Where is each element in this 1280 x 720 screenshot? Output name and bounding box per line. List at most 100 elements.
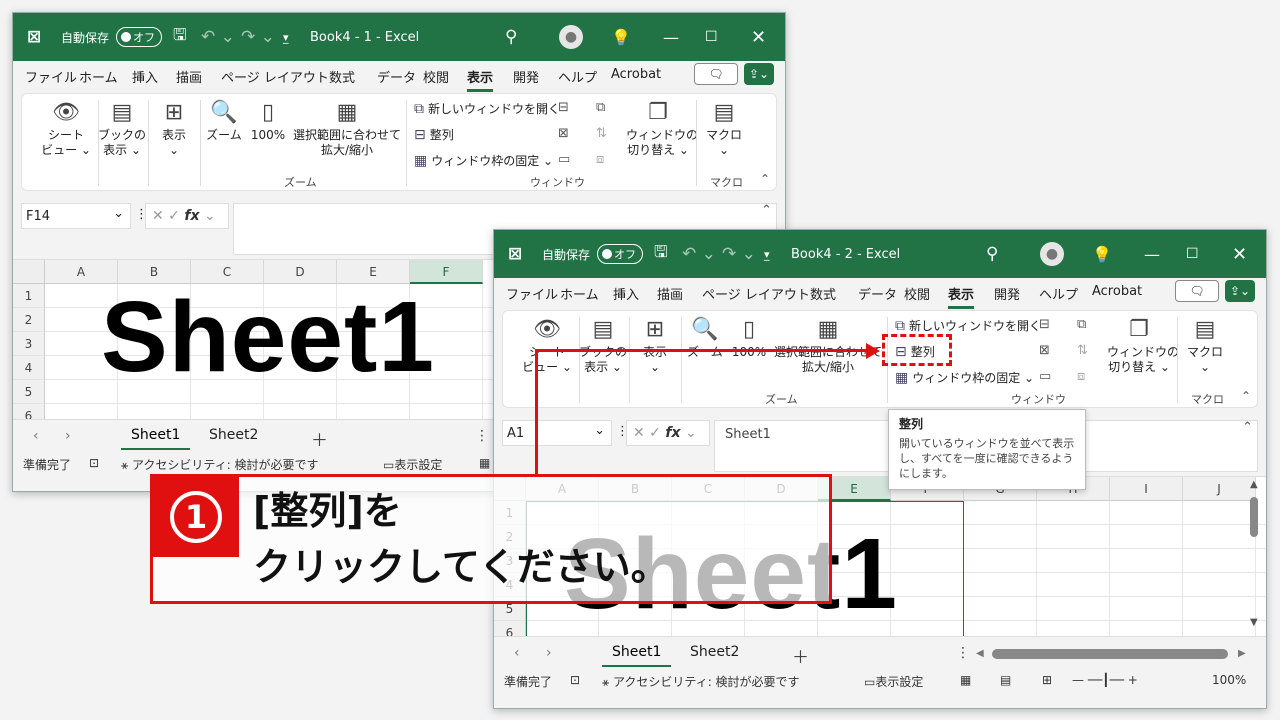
collapse-ribbon-icon[interactable]: ⌃ [1241,389,1251,403]
page-layout-icon[interactable]: ▤ [1000,673,1011,687]
search-icon[interactable]: ⚲ [986,230,998,278]
freeze-panes-button[interactable]: ▦ ウィンドウ枠の固定 ⌄ [895,369,1034,386]
name-box[interactable]: F14 [21,203,131,229]
menu-tab[interactable]: 描画 [176,67,202,86]
sheet-view-button[interactable]: 👁 シート ビュー ⌄ [36,100,96,158]
zoom-button[interactable]: 🔍 ズーム [204,100,244,143]
menu-tab[interactable]: 校閲 [904,284,930,303]
prev-sheet-icon[interactable]: ‹ [33,428,39,444]
add-sheet-icon[interactable]: ＋ [311,426,328,451]
redo-icon[interactable]: ↷ ⌄ [241,13,275,61]
collapse-ribbon-icon[interactable]: ⌃ [760,172,770,186]
accessibility-status[interactable]: ⚹ アクセシビリティ: 検討が必要です [121,456,319,473]
minimize-button[interactable]: — [1144,230,1160,278]
menu-tab[interactable]: ヘルプ [558,67,597,86]
menu-tab[interactable]: 開発 [994,284,1020,303]
share-button[interactable]: ⇪⌄ [1225,280,1255,302]
zoom-level[interactable]: 100% [1212,673,1246,687]
book-view-button[interactable]: ▤ ブックの 表示 ⌄ [579,317,627,375]
sheet-tab-1[interactable]: Sheet1 [602,641,672,667]
unhide-icon[interactable]: ▭ [1039,369,1051,384]
add-sheet-icon[interactable]: ＋ [792,643,809,668]
macro-button[interactable]: ▤ マクロ ⌄ [1183,317,1227,375]
scroll-left-icon[interactable]: ◀ [976,648,984,659]
lightbulb-icon[interactable]: 💡 [611,13,631,61]
menu-tab[interactable]: 数式 [329,67,355,86]
select-all-corner[interactable] [13,260,45,284]
macro-record-icon[interactable]: ⊡ [89,456,99,470]
next-sheet-icon[interactable]: › [65,428,71,444]
zoom-slider[interactable]: — ──┃── + [1072,673,1138,687]
side-by-side-icon[interactable]: ⧉ [1077,317,1086,332]
page-break-icon[interactable]: ⊞ [1042,673,1052,687]
avatar[interactable]: ● [559,25,583,49]
undo-icon[interactable]: ↶ ⌄ [201,13,235,61]
scroll-up-icon[interactable]: ▲ [1250,479,1258,490]
redo-icon[interactable]: ↷ ⌄ [722,230,756,278]
close-button[interactable]: ✕ [751,13,766,61]
menu-tab[interactable]: ページ レイアウト [702,284,810,303]
menu-tab[interactable]: ホーム [79,67,118,86]
sheet-tab-2[interactable]: Sheet2 [199,424,268,450]
sync-scroll-icon[interactable]: ⇅ [1077,343,1088,358]
menu-tab[interactable]: Acrobat [611,67,661,82]
book-view-button[interactable]: ▤ ブックの 表示 ⌄ [98,100,146,158]
comment-button[interactable]: 🗨 [694,63,738,85]
menu-tab[interactable]: ファイル [25,67,77,86]
save-icon[interactable]: 🖫 [654,230,668,278]
row-header[interactable]: 1 [13,284,45,308]
menu-tab[interactable]: 表示 [948,284,975,309]
avatar[interactable]: ● [1040,242,1064,266]
menu-tab[interactable]: Acrobat [1092,284,1142,299]
zoom-100-button[interactable]: ▯ 100% [729,317,769,360]
menu-tab[interactable]: ページ レイアウト [221,67,329,86]
column-header[interactable]: I [1110,477,1183,501]
column-header[interactable]: J [1183,477,1256,501]
normal-view-icon[interactable]: ▦ [960,673,971,687]
quick-access-menu-icon[interactable]: ▾̲ [283,13,289,61]
menu-tab[interactable]: ファイル [506,284,558,303]
unhide-icon[interactable]: ▭ [558,152,570,167]
save-icon[interactable]: 🖫 [173,13,187,61]
freeze-panes-button[interactable]: ▦ ウィンドウ枠の固定 ⌄ [414,152,553,169]
maximize-button[interactable]: ☐ [1186,230,1199,278]
row-header[interactable]: 3 [13,332,45,356]
reset-position-icon[interactable]: ⧈ [596,152,604,167]
menu-tab[interactable]: 挿入 [132,67,158,86]
display-settings[interactable]: ▭表示設定 [383,456,442,473]
name-box[interactable]: A1 [502,420,612,446]
side-by-side-icon[interactable]: ⧉ [596,100,605,115]
arrange-button[interactable]: ⊟ 整列 [414,126,454,143]
tab-options-icon[interactable]: ⋮ [956,645,970,661]
row-header[interactable]: 5 [13,380,45,404]
row-header[interactable]: 4 [13,356,45,380]
hide-icon[interactable]: ⊠ [1039,343,1050,358]
prev-sheet-icon[interactable]: ‹ [514,645,520,661]
close-button[interactable]: ✕ [1232,230,1247,278]
menu-tab[interactable]: 数式 [810,284,836,303]
lightbulb-icon[interactable]: 💡 [1092,230,1112,278]
menu-tab[interactable]: 開発 [513,67,539,86]
new-window-button[interactable]: ⧉ 新しいウィンドウを開く [414,100,560,117]
split-icon[interactable]: ⊟ [1039,317,1050,332]
search-icon[interactable]: ⚲ [505,13,517,61]
accessibility-status[interactable]: ⚹ アクセシビリティ: 検討が必要です [602,673,800,690]
menu-tab[interactable]: データ [377,67,416,86]
zoom-to-selection-button[interactable]: ▦ 選択範囲に合わせて 拡大/縮小 [292,100,402,158]
share-button[interactable]: ⇪⌄ [744,63,774,85]
scroll-down-icon[interactable]: ▼ [1250,617,1258,628]
new-window-button[interactable]: ⧉ 新しいウィンドウを開く [895,317,1041,334]
sheet-view-button[interactable]: 👁 シート ビュー ⌄ [517,317,577,375]
menu-tab[interactable]: 描画 [657,284,683,303]
normal-view-icon[interactable]: ▦ [479,456,490,470]
sheet-tab-2[interactable]: Sheet2 [680,641,749,667]
vertical-scrollbar[interactable] [1250,497,1258,537]
macro-button[interactable]: ▤ マクロ ⌄ [702,100,746,158]
minimize-button[interactable]: — [663,13,679,61]
show-button[interactable]: ⊞ 表示 ⌄ [633,317,677,375]
display-settings[interactable]: ▭表示設定 [864,673,923,690]
autosave-toggle[interactable]: オフ [597,244,643,264]
split-icon[interactable]: ⊟ [558,100,569,115]
macro-record-icon[interactable]: ⊡ [570,673,580,687]
autosave-toggle[interactable]: オフ [116,27,162,47]
